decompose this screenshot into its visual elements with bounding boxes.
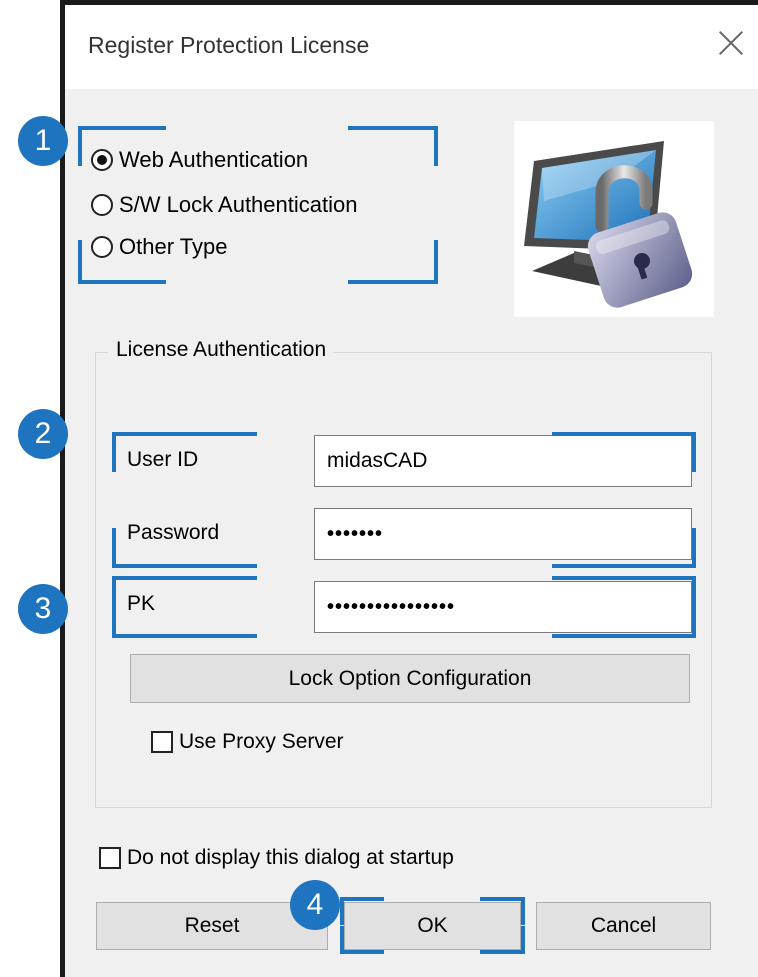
password-value: •••••••	[327, 522, 384, 545]
use-proxy-server-checkbox[interactable]: Use Proxy Server	[151, 730, 344, 754]
callout-bracket	[348, 126, 438, 166]
radio-label: S/W Lock Authentication	[119, 192, 358, 217]
callout-bracket	[78, 240, 166, 284]
cancel-button[interactable]: Cancel	[536, 902, 711, 950]
user-id-value: midasCAD	[327, 449, 428, 472]
callout-badge-2: 2	[18, 409, 68, 459]
callout-bracket	[112, 606, 257, 638]
callout-badge-3: 3	[18, 584, 68, 634]
callout-badge-1: 1	[18, 116, 68, 166]
dialog-title: Register Protection License	[88, 32, 370, 58]
callout-bracket	[480, 926, 525, 954]
do-not-display-at-startup-checkbox[interactable]: Do not display this dialog at startup	[99, 846, 454, 870]
callout-bracket	[480, 897, 525, 925]
group-title: License Authentication	[108, 338, 335, 362]
callout-bracket	[78, 126, 166, 166]
close-icon[interactable]	[718, 30, 744, 56]
callout-bracket	[112, 432, 257, 472]
monitor-lock-icon	[524, 141, 693, 308]
radio-indicator[interactable]	[91, 194, 113, 216]
callout-badge-4: 4	[290, 880, 340, 930]
callout-bracket	[348, 240, 438, 284]
checkbox-label: Do not display this dialog at startup	[127, 846, 454, 869]
callout-bracket	[340, 897, 384, 925]
callout-bracket	[112, 576, 257, 606]
lock-image	[514, 121, 714, 317]
pk-value: ••••••••••••••••	[327, 595, 456, 618]
callout-bracket	[340, 926, 384, 954]
callout-bracket	[552, 606, 696, 638]
checkbox-box[interactable]	[99, 847, 121, 869]
callout-bracket	[552, 576, 696, 606]
callout-bracket	[552, 432, 696, 472]
lock-option-configuration-button[interactable]: Lock Option Configuration	[130, 654, 690, 703]
checkbox-box[interactable]	[151, 731, 173, 753]
radio-sw-lock-authentication[interactable]: S/W Lock Authentication	[91, 192, 357, 218]
callout-bracket	[112, 528, 257, 568]
callout-bracket	[552, 528, 696, 568]
checkbox-label: Use Proxy Server	[179, 730, 344, 753]
